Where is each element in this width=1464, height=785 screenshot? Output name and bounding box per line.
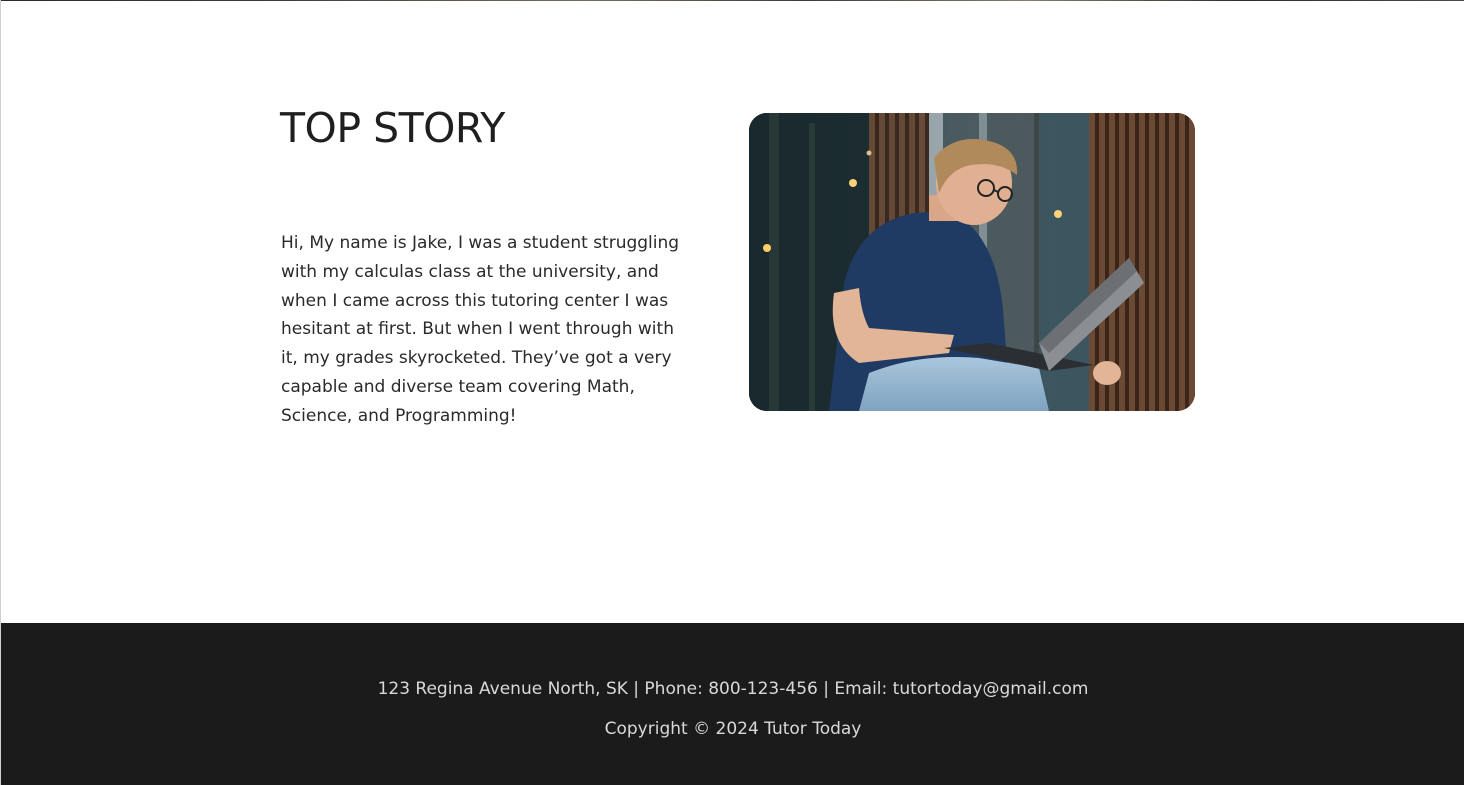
- story-title: TOP STORY: [280, 104, 505, 152]
- page: TOP STORY Hi, My name is Jake, I was a s…: [0, 0, 1464, 785]
- top-story-section: TOP STORY Hi, My name is Jake, I was a s…: [1, 0, 1464, 623]
- student-laptop-illustration: [749, 113, 1195, 411]
- story-text: Hi, My name is Jake, I was a student str…: [281, 233, 680, 426]
- site-footer: 123 Regina Avenue North, SK | Phone: 800…: [1, 623, 1464, 785]
- footer-copyright: Copyright © 2024 Tutor Today: [604, 719, 862, 739]
- footer-contact-info: 123 Regina Avenue North, SK | Phone: 800…: [377, 679, 1089, 699]
- student-laptop-photo: [749, 113, 1195, 411]
